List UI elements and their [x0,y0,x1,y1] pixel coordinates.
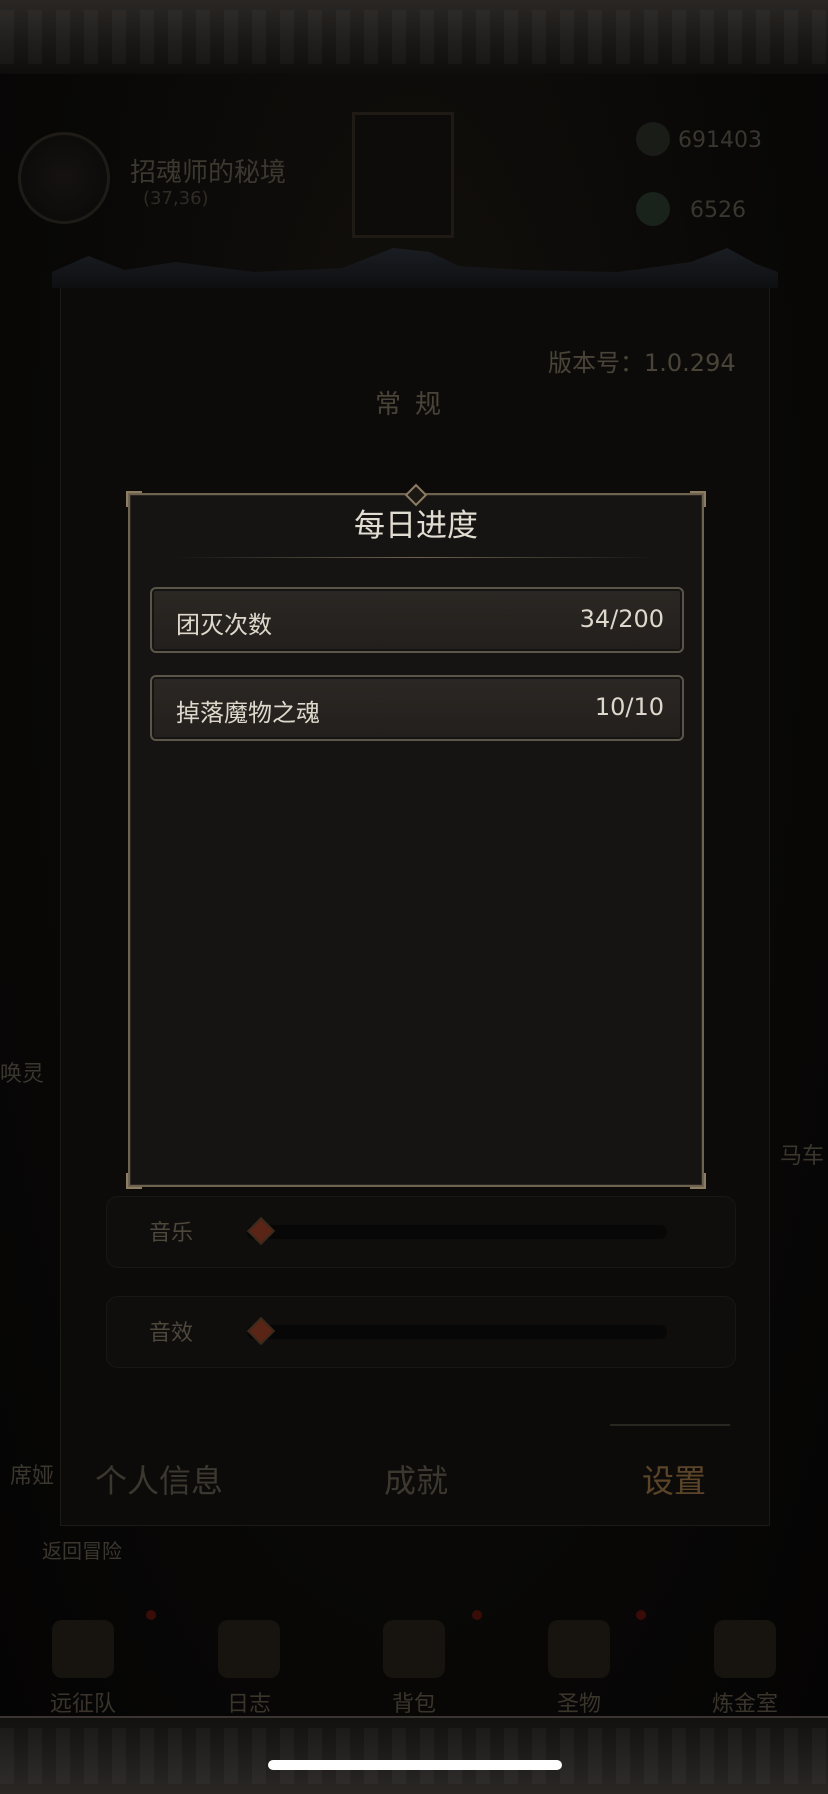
version-label: 版本号：1.0.294 [548,349,736,377]
music-slider-knob[interactable] [246,1216,276,1246]
music-label: 音乐 [149,1221,194,1246]
nav-backpack[interactable]: 背包 [359,1620,469,1718]
crystal-count: 691403 [678,128,762,153]
return-adventure-label: 返回冒险 [42,1539,122,1563]
nav-journal-label: 日志 [226,1692,271,1717]
tab-profile[interactable]: 个人信息 [95,1456,223,1502]
dialog-title: 每日进度 [354,508,478,544]
corner-ornament [126,1173,142,1189]
backpack-icon [383,1620,445,1678]
tab-achievements[interactable]: 成就 [384,1456,448,1502]
side-label-xiya: 席娅 [10,1464,55,1489]
music-slider-track[interactable] [247,1225,667,1239]
sfx-slider-track[interactable] [247,1325,667,1339]
sfx-slider-row: 音效 [106,1296,736,1368]
progress-value: 34/200 [579,605,664,633]
horned-helmet-icon [52,1620,114,1678]
progress-row-wipes: 团灭次数 34/200 [150,587,684,653]
scroll-icon [218,1620,280,1678]
home-indicator[interactable] [268,1760,562,1770]
music-slider-row: 音乐 [106,1196,736,1268]
chalice-icon [548,1620,610,1678]
notification-dot [146,1610,156,1620]
nav-alchemy[interactable]: 炼金室 [690,1620,800,1718]
progress-value: 10/10 [594,693,664,721]
corner-ornament [690,1173,706,1189]
location-portrait [18,132,110,224]
notification-dot [636,1610,646,1620]
side-label-summon: 唤灵 [0,1062,45,1087]
side-label-carriage: 马车 [780,1144,825,1169]
nav-expedition-label: 远征队 [49,1692,116,1717]
nav-relics-label: 圣物 [556,1692,601,1717]
progress-name: 掉落魔物之魂 [176,699,320,727]
sfx-label: 音效 [149,1321,194,1346]
nav-expedition[interactable]: 远征队 [28,1620,138,1718]
gem-icon [636,192,670,226]
bottom-ornament-frame [0,1716,828,1794]
location-title: 招魂师的秘境 [130,158,287,188]
center-emblem [352,112,454,238]
section-general-title: 常规 [374,389,455,420]
notification-dot [472,1610,482,1620]
nav-alchemy-label: 炼金室 [711,1692,778,1717]
progress-name: 团灭次数 [176,611,272,639]
gem-count: 6526 [690,198,746,223]
sfx-slider-knob[interactable] [246,1316,276,1346]
progress-row-soul-drops: 掉落魔物之魂 10/10 [150,675,684,741]
nav-backpack-label: 背包 [391,1692,436,1717]
location-coords: (37,36) [143,188,209,209]
tab-divider [610,1424,730,1426]
daily-progress-dialog: 每日进度 团灭次数 34/200 掉落魔物之魂 10/10 [126,483,706,1189]
nav-relics[interactable]: 圣物 [524,1620,634,1718]
title-divider [176,557,656,558]
crystal-icon [636,122,670,156]
nav-journal[interactable]: 日志 [194,1620,304,1718]
top-ornament-frame [0,0,828,76]
tab-settings[interactable]: 设置 [642,1456,706,1502]
alchemy-icon [714,1620,776,1678]
